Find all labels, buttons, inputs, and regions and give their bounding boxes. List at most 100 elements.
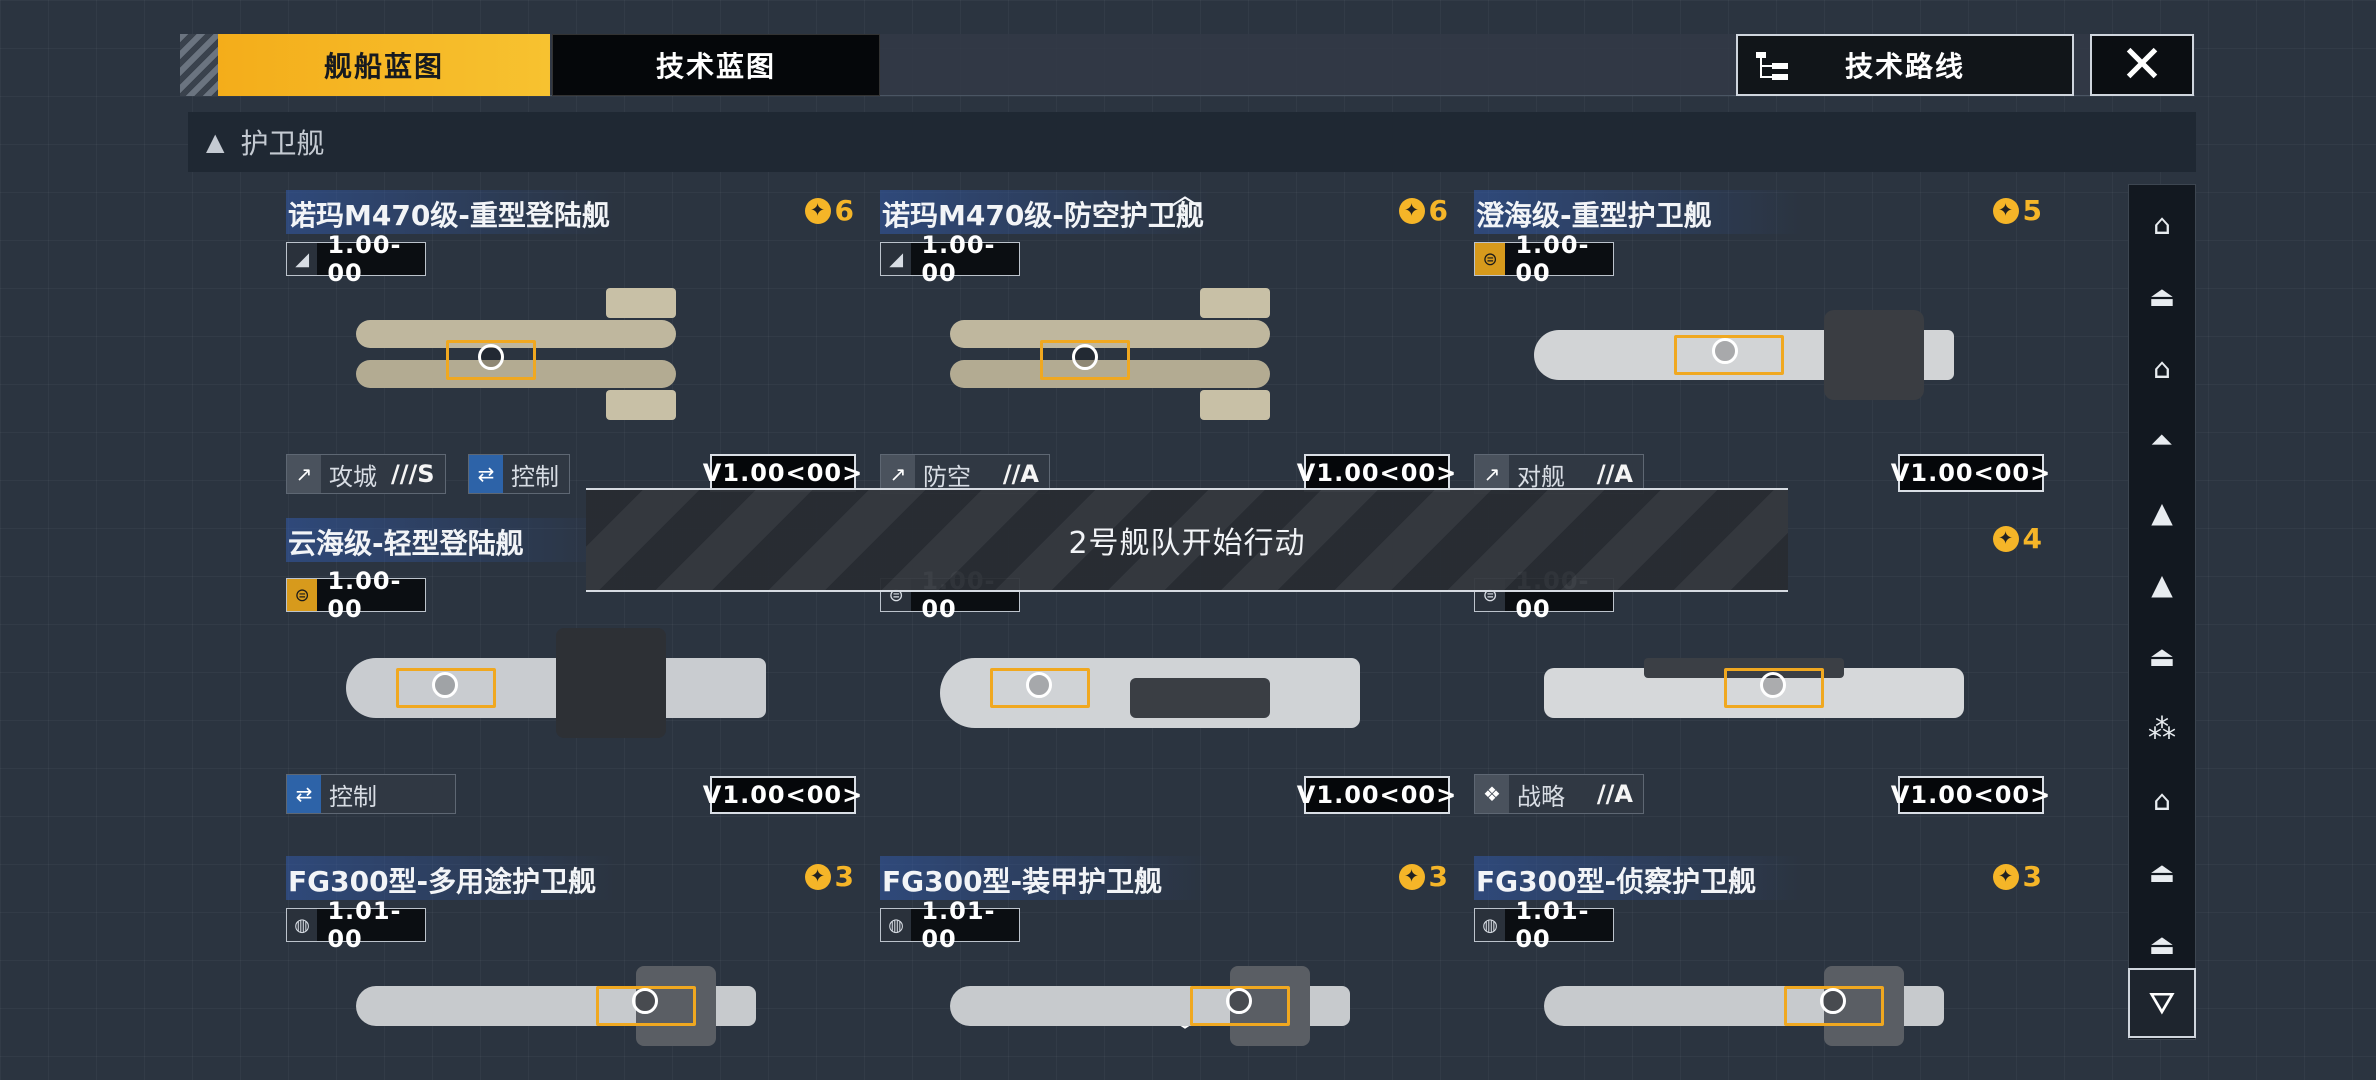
target-marker-icon [1712,338,1738,364]
tier-value: 1.00-00 [1515,231,1590,287]
cost-badge: ✦ 4 [1992,522,2042,555]
ship-title: 云海级-轻型登陆舰 [288,527,524,560]
tag-grade: ///S [391,460,435,488]
tier-box: ⊜1.00-00 [286,567,426,623]
chassis-icon: ◢ [881,243,912,275]
ship-title: 澄海级-重型护卫舰 [1476,199,1712,232]
tree-icon [1756,52,1788,80]
tier-value: 1.01-00 [327,897,402,953]
ship-class-4-icon[interactable]: ⏶ [2129,405,2195,475]
siege-icon: ↗ [287,455,321,493]
ship-class-7-icon[interactable]: ⏏ [2129,621,2195,691]
role-tag-strategy: ❖ 战略 //A [1474,774,1644,814]
tag-label: 战略 [1517,782,1565,811]
globe-icon: ◍ [1475,909,1506,941]
blueprint-card[interactable]: FG300型-多用途护卫舰 ✦ 3 ◍ 1.01-00 [286,856,856,1066]
ship-class-1-icon[interactable]: ⌂ [2129,189,2195,259]
ship-title: 诺玛M470级-重型登陆舰 [288,199,610,232]
tier-value: 1.00-00 [327,231,402,287]
cost-badge: ✦ 3 [804,860,854,893]
version-badge: V1.00<00> [1297,454,1456,492]
role-tag-control: ⇄ 控制 [286,774,456,814]
tier-box: ◢ 1.00-00 [286,231,426,287]
ship-class-3-icon[interactable]: ⌂ [2129,333,2195,403]
tier-box: ⊜1.00-00 [1474,231,1614,287]
blueprint-card[interactable]: FG300型-侦察护卫舰 ✦ 3 ◍ 1.01-00 [1474,856,2044,1066]
ship-class-9-icon[interactable]: ⌂ [2129,765,2195,835]
tag-label: 对舰 [1517,462,1565,491]
blueprint-card[interactable]: FG300型-装甲护卫舰 ✦ 3 ◍ 1.01-00 [880,856,1450,1066]
target-marker-icon [1026,672,1052,698]
tech-route-button[interactable]: 技术路线 [1736,34,2074,96]
close-button[interactable]: ✕ [2090,34,2194,96]
blueprint-card[interactable]: 诺玛M470级-重型登陆舰 ✦ 6 ◢ 1.00-00 ↗ 攻城 ///S ⇄ 控制 V1… [286,190,862,500]
close-icon: ✕ [2120,35,2164,95]
fleet-action-toast: 2号舰队开始行动 [586,488,1788,592]
coin-icon: ✦ [1992,525,2019,552]
collapse-triangle-icon: ▲ [206,128,225,156]
cost-value: 3 [834,860,854,893]
category-header[interactable]: ▲ 护卫舰 [188,112,2196,172]
ship-model [356,280,736,420]
chassis-icon: ◢ [287,243,318,275]
ship-title: 诺玛M470级-防空护卫舰 [882,199,1204,232]
ship-model [346,608,766,748]
cost-value: 3 [1428,860,1448,893]
coin-icon: ✦ [1992,197,2019,224]
tab-stripe-decoration [180,34,218,96]
cost-badge: ✦ 3 [1992,860,2042,893]
tag-label: 控制 [511,462,559,491]
ship-model [1544,608,1964,748]
ship-class-5-icon[interactable]: ▲ [2129,477,2195,547]
tier-value: 1.01-00 [1515,897,1590,953]
ship-class-2-icon[interactable]: ⏏ [2129,261,2195,331]
ship-class-10-icon[interactable]: ⏏ [2129,837,2195,907]
ship-title: FG300型-装甲护卫舰 [882,865,1163,898]
control-icon: ⇄ [469,455,503,493]
tier-value: 1.01-00 [921,897,996,953]
blueprint-card[interactable]: 澄海级-重型护卫舰 ✦ 5 ⊜ 1.00-00 ↗ 对舰//A V1.00<00> [1474,190,2050,500]
cost-value: 3 [2022,860,2042,893]
target-marker-icon [478,344,504,370]
strategy-icon: ❖ [1475,775,1509,813]
cost-badge: ✦ 3 [1398,860,1448,893]
target-marker-icon [1226,988,1252,1014]
version-badge: V1.00<00> [703,454,862,492]
ship-class-8-icon[interactable]: ⁂ [2129,693,2195,763]
blueprint-card[interactable]: 诺玛M470级-防空护卫舰 ✦ 6 ◢ 1.00-00 ↗ 防空//A V1.00<0… [880,190,1456,500]
tag-grade: //A [1596,780,1633,808]
tag-label: 攻城 [329,462,377,491]
coin-icon: ✦ [1398,863,1425,890]
target-marker-icon [432,672,458,698]
cost-value: 4 [2022,522,2042,555]
version-badge: V1.00<00> [703,776,862,814]
target-marker-icon [1820,988,1846,1014]
cost-badge: ✦ 5 [1992,194,2042,227]
version-badge: V1.00<00> [1891,776,2050,814]
role-tag-siege: ↗ 攻城 ///S [286,454,446,494]
coin-icon: ✦ [1992,863,2019,890]
ship-model [950,956,1350,1056]
ship-model [950,280,1330,420]
target-marker-icon [1072,344,1098,370]
filter-button[interactable]: ⛛ [2128,968,2196,1038]
version-badge: V1.00<00> [1297,776,1456,814]
ship-title: FG300型-侦察护卫舰 [1476,865,1757,898]
target-marker-icon [1760,672,1786,698]
target-marker-icon [632,988,658,1014]
ship-title: FG300型-多用途护卫舰 [288,865,597,898]
tab-ship-blueprint[interactable]: 舰船蓝图 [218,34,550,96]
tag-grade: //A [1596,460,1633,488]
ship-class-6-icon[interactable]: ▲ [2129,549,2195,619]
ship-class-filter-rail: ⌂ ⏏ ⌂ ⏶ ▲ ▲ ⏏ ⁂ ⌂ ⏏ ⏏ [2128,184,2196,1040]
ship-model [356,956,756,1056]
tag-label: 控制 [329,782,377,811]
globe-icon: ◍ [287,909,318,941]
filter-icon: ⛛ [2148,983,2176,1022]
tag-grade: //A [1002,460,1039,488]
tab-tech-blueprint[interactable]: 技术蓝图 [552,34,880,96]
chassis-icon: ⊜ [287,579,318,611]
cost-badge: ✦ 6 [804,194,854,227]
tier-value: 1.00-00 [921,231,996,287]
cost-badge: ✦ 6 [1398,194,1448,227]
